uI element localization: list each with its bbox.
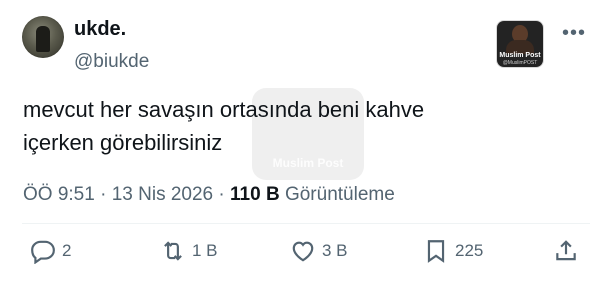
divider [22, 223, 590, 224]
retweet-button[interactable]: 1 B [160, 236, 218, 266]
like-button[interactable]: 3 B [290, 236, 348, 266]
view-label: Görüntüleme [279, 184, 395, 205]
badge-title: Muslim Post [499, 52, 541, 59]
tweet-date[interactable]: 13 Nis 2026 [112, 184, 213, 205]
tweet-line: mevcut her savaşın ortasında beni kahve [23, 97, 425, 122]
view-count: 110 B [230, 184, 280, 205]
like-count: 3 B [322, 241, 348, 260]
tweet-line: içerken görebilirsiniz [23, 130, 223, 155]
share-button[interactable] [553, 236, 579, 266]
reply-button[interactable]: 2 [30, 236, 71, 266]
tweet-meta: ÖÖ 9:51 · 13 Nis 2026 · 110 B Görüntülem… [23, 184, 395, 205]
share-icon [556, 240, 576, 261]
bookmark-icon [427, 240, 445, 263]
tweet-text: mevcut her savaşın ortasında beni kahve … [23, 93, 543, 159]
bookmark-button[interactable]: 225 [423, 236, 483, 266]
retweet-icon [164, 241, 182, 261]
heart-icon [292, 241, 314, 262]
display-name[interactable]: ukde. [74, 17, 126, 41]
retweet-count: 1 B [192, 241, 218, 260]
user-handle[interactable]: @biukde [74, 51, 149, 73]
reply-count: 2 [62, 241, 72, 260]
tweet-time[interactable]: ÖÖ 9:51 [23, 184, 95, 205]
affiliate-badge[interactable]: Muslim Post @MuslimPOST [497, 21, 543, 67]
more-icon[interactable]: ••• [562, 23, 586, 43]
reply-icon [31, 240, 55, 264]
badge-subtitle: @MuslimPOST [502, 60, 538, 66]
bookmark-count: 225 [455, 241, 484, 260]
avatar[interactable] [22, 16, 64, 58]
